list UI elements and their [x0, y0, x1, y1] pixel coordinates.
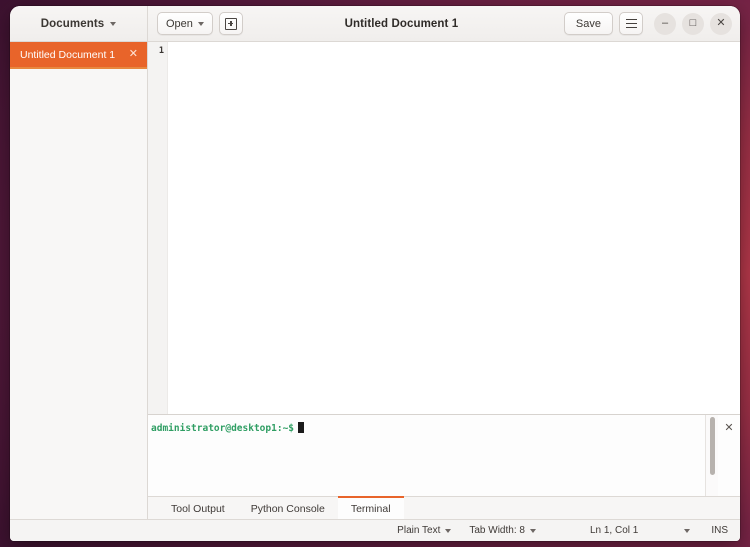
- document-tab-label: Untitled Document 1: [20, 48, 116, 61]
- save-button[interactable]: Save: [563, 12, 613, 35]
- documents-menu-button[interactable]: Documents: [10, 6, 148, 41]
- window-body: Untitled Document 1 ✕ 1 administrator@de…: [10, 42, 740, 519]
- window-title: Untitled Document 1: [344, 17, 459, 30]
- minimize-button[interactable]: –: [654, 12, 676, 35]
- cursor-position-label: Ln 1, Col 1: [589, 525, 639, 536]
- gedit-window: Documents Open Untitled Document 1 Save …: [10, 6, 740, 541]
- sidebar-empty-area: [10, 69, 147, 519]
- close-button[interactable]: ✕: [710, 12, 732, 35]
- sidebar-item-untitled-document-1[interactable]: Untitled Document 1 ✕: [10, 42, 147, 67]
- insert-mode-label: INS: [711, 525, 728, 536]
- chevron-down-icon: [445, 528, 452, 533]
- terminal-panel: administrator@desktop1:~$ ✕: [148, 414, 740, 496]
- documents-menu-label: Documents: [40, 17, 105, 30]
- line-number: 1: [158, 46, 164, 56]
- terminal-scrollbar-thumb[interactable]: [709, 417, 715, 475]
- bottom-panel-tabs: Tool Output Python Console Terminal: [148, 496, 740, 519]
- terminal-output[interactable]: administrator@desktop1:~$: [148, 415, 705, 496]
- terminal-prompt-path: :~$: [276, 423, 295, 434]
- new-document-button[interactable]: [218, 12, 243, 35]
- close-icon[interactable]: ✕: [127, 49, 140, 60]
- tab-python-console[interactable]: Python Console: [238, 496, 338, 519]
- tab-tool-output[interactable]: Tool Output: [158, 496, 238, 519]
- tab-width-label: Tab Width: 8: [469, 525, 525, 536]
- terminal-prompt-userhost: administrator@desktop1: [151, 423, 277, 434]
- minimize-icon: –: [661, 17, 669, 29]
- tab-terminal[interactable]: Terminal: [337, 496, 404, 519]
- language-selector[interactable]: Plain Text: [388, 520, 460, 541]
- new-document-icon: [224, 17, 237, 30]
- open-button-label: Open: [166, 17, 193, 30]
- maximize-icon: □: [689, 17, 697, 29]
- terminal-scrollbar[interactable]: [705, 415, 718, 496]
- header-bar: Documents Open Untitled Document 1 Save …: [10, 6, 740, 42]
- terminal-close-button[interactable]: ✕: [718, 415, 740, 496]
- tab-width-selector[interactable]: Tab Width: 8: [460, 520, 545, 541]
- chevron-down-icon: [684, 528, 691, 533]
- insert-mode-indicator: INS: [699, 520, 730, 541]
- tab-python-console-label: Python Console: [250, 502, 325, 515]
- chevron-down-icon: [110, 21, 117, 26]
- hamburger-menu-icon: [625, 18, 637, 29]
- language-label: Plain Text: [397, 525, 441, 536]
- maximize-button[interactable]: □: [682, 12, 704, 35]
- text-editor[interactable]: 1: [148, 42, 740, 414]
- chevron-down-icon: [529, 528, 536, 533]
- close-icon: ✕: [716, 17, 726, 29]
- main-menu-button[interactable]: [619, 12, 643, 35]
- cursor-position-selector[interactable]: Ln 1, Col 1: [581, 520, 699, 541]
- editor-column: 1 administrator@desktop1:~$ ✕ Tool Outpu…: [148, 42, 740, 519]
- terminal-cursor: [298, 422, 305, 433]
- open-button[interactable]: Open: [157, 12, 213, 35]
- status-bar: Plain Text Tab Width: 8 Ln 1, Col 1 INS: [10, 519, 740, 541]
- editor-text-area[interactable]: [168, 42, 740, 414]
- header-bar-right: Open Untitled Document 1 Save – □ ✕: [148, 6, 740, 41]
- documents-sidebar: Untitled Document 1 ✕: [10, 42, 148, 519]
- tab-terminal-label: Terminal: [350, 502, 391, 515]
- line-number-gutter: 1: [148, 42, 168, 414]
- save-button-label: Save: [575, 17, 601, 30]
- chevron-down-icon: [197, 21, 204, 26]
- tab-tool-output-label: Tool Output: [171, 502, 225, 515]
- close-icon: ✕: [724, 422, 734, 434]
